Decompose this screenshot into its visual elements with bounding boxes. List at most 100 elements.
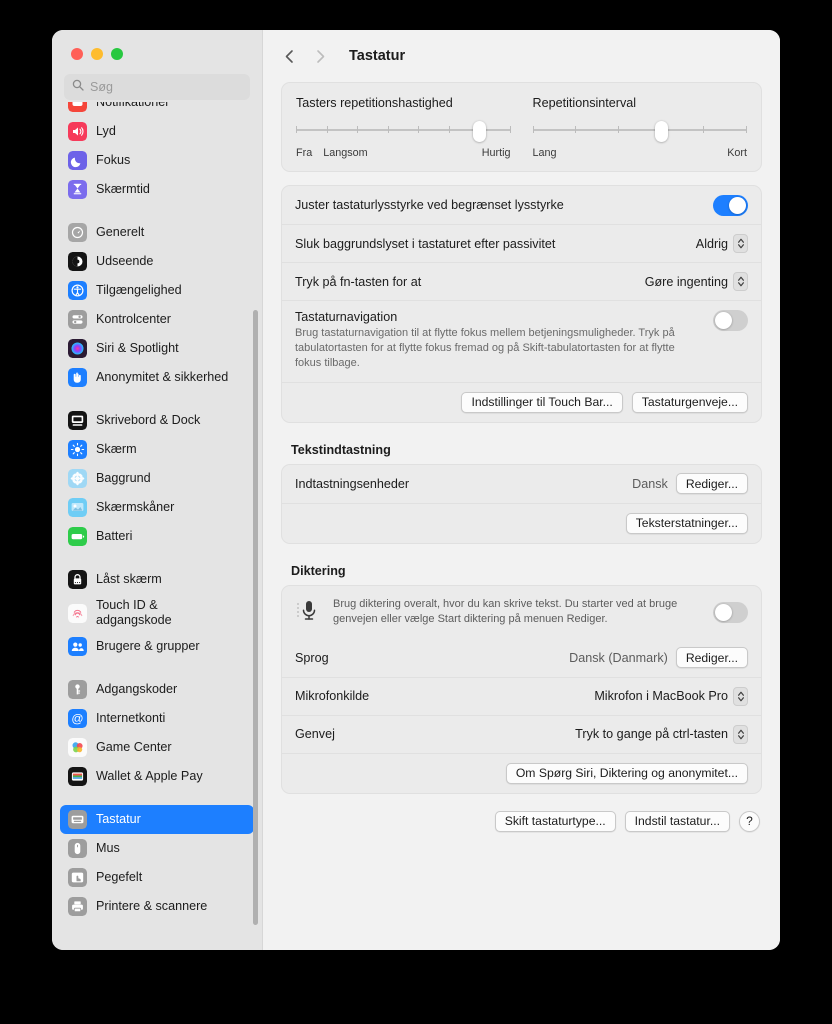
slider-tick <box>448 126 450 133</box>
slider-knob[interactable] <box>473 121 487 142</box>
chevron-right-icon[interactable] <box>312 48 329 65</box>
slider-tick <box>357 126 358 133</box>
slider-track-wrap[interactable] <box>532 121 747 142</box>
sidebar-item-label: Låst skærm <box>96 572 162 587</box>
sidebar-item-label: Touch ID & adgangskode <box>96 598 172 627</box>
keyboard-shortcuts-button[interactable]: Tastaturgenveje... <box>631 391 748 413</box>
keyboard-navigation-toggle[interactable] <box>713 310 748 331</box>
sidebar-item-anonymitet-sikkerhed[interactable]: Anonymitet & sikkerhed <box>60 363 254 392</box>
sidebar-item-skærmskåner[interactable]: Skærmskåner <box>60 493 254 522</box>
input-sources-label: Indtastningsenheder <box>295 476 410 491</box>
sidebar-item-siri-spotlight[interactable]: Siri & Spotlight <box>60 334 254 363</box>
sidebar-item-printere-scannere[interactable]: Printere & scannere <box>60 892 254 921</box>
keyboard-icon <box>68 810 87 829</box>
row-label: Juster tastaturlysstyrke ved begrænset l… <box>295 198 564 212</box>
dictation-edit-button[interactable]: Rediger... <box>675 647 748 669</box>
slider-tick <box>617 126 619 133</box>
search-icon <box>72 78 84 96</box>
siri-privacy-button[interactable]: Om Spørg Siri, Diktering og anonymitet..… <box>505 762 748 784</box>
set-up-keyboard-button[interactable]: Indstil tastatur... <box>624 810 730 832</box>
slider-end-labels: Fra Langsom Hurtig <box>296 147 511 159</box>
passwords-icon <box>68 680 87 699</box>
search-input[interactable] <box>90 80 242 94</box>
users-groups-icon <box>68 637 87 656</box>
slider-track-wrap[interactable] <box>296 121 511 142</box>
control-center-icon <box>68 310 87 329</box>
slider-left-label: Langsom <box>323 147 368 159</box>
slider-tick <box>387 126 389 133</box>
change-keyboard-type-button[interactable]: Skift tastaturtype... <box>494 810 616 832</box>
toggle-knob <box>715 603 732 621</box>
chevron-left-icon[interactable] <box>281 48 298 65</box>
stepper-icon[interactable] <box>733 724 748 744</box>
game-center-icon <box>68 738 87 757</box>
sidebar-item-generelt[interactable]: Generelt <box>60 218 254 247</box>
focus-icon <box>68 151 87 170</box>
slider-tick <box>703 126 705 133</box>
sidebar-item-fokus[interactable]: Fokus <box>60 146 254 175</box>
sidebar-item-tastatur[interactable]: Tastatur <box>60 805 254 834</box>
sidebar-item-label: Tilgængelighed <box>96 283 182 298</box>
sidebar-item-touch-id-adgangskode[interactable]: Touch ID & adgangskode <box>60 594 254 632</box>
sound-icon <box>68 122 87 141</box>
sidebar-item-notifikationer[interactable]: Notifikationer <box>60 102 254 117</box>
sidebar-item-label: Fokus <box>96 153 131 168</box>
popup-value: Aldrig <box>695 236 728 251</box>
sidebar-item-mus[interactable]: Mus <box>60 834 254 863</box>
stepper-icon[interactable] <box>733 686 748 706</box>
sidebar-item-label: Game Center <box>96 740 172 755</box>
sidebar-item-brugere-grupper[interactable]: Brugere & grupper <box>60 632 254 661</box>
stepper-icon[interactable] <box>733 272 748 291</box>
touch-bar-settings-button[interactable]: Indstillinger til Touch Bar... <box>461 391 623 413</box>
screensaver-icon <box>68 498 87 517</box>
mouse-icon <box>68 839 87 858</box>
help-button[interactable]: ? <box>739 810 760 832</box>
input-sources-row: Indtastningsenheder Dansk Rediger... <box>282 465 761 503</box>
text-replacements-button[interactable]: Teksterstatninger... <box>625 512 748 534</box>
sidebar-item-kontrolcenter[interactable]: Kontrolcenter <box>60 305 254 334</box>
sidebar-item-label: Tastatur <box>96 812 141 827</box>
popup-button[interactable]: Mikrofon i MacBook Pro <box>594 686 748 706</box>
slider-knob[interactable] <box>654 121 668 142</box>
sidebar-item-udseende[interactable]: Udseende <box>60 247 254 276</box>
sidebar-item-tilgængelighed[interactable]: Tilgængelighed <box>60 276 254 305</box>
sidebar-item-skrivebord-dock[interactable]: Skrivebord & Dock <box>60 406 254 435</box>
sidebar-item-lyd[interactable]: Lyd <box>60 117 254 146</box>
sidebar-item-game-center[interactable]: Game Center <box>60 733 254 762</box>
sidebar-item-wallet-apple-pay[interactable]: Wallet & Apple Pay <box>60 762 254 791</box>
dictation-rows: Sprog Dansk (Danmark) Rediger... Mikrofonki… <box>282 639 761 753</box>
popup-button[interactable]: Aldrig <box>696 234 748 253</box>
sidebar-item-label: Internetkonti <box>96 711 166 726</box>
sidebar-scroll-area: Notifikationer Lyd Fokus Skærmtid Genere… <box>52 102 262 950</box>
sidebar-item-adgangskoder[interactable]: Adgangskoder <box>60 675 254 704</box>
dictation-toggle[interactable] <box>713 601 748 623</box>
keyboard-navigation-row: Tastaturnavigation Brug tastaturnavigati… <box>282 300 761 382</box>
sidebar-scrollbar-thumb[interactable] <box>253 310 258 925</box>
keyboard-row-toggle[interactable] <box>713 194 748 216</box>
popup-button[interactable]: Tryk to gange på ctrl-tasten <box>575 724 748 744</box>
system-settings-window: Notifikationer Lyd Fokus Skærmtid Genere… <box>52 30 780 950</box>
sidebar-item-skærm[interactable]: Skærm <box>60 435 254 464</box>
popup-button[interactable]: Gøre ingenting <box>645 272 748 291</box>
repeat-sliders-card: Tasters repetitionshastighed Fra Langsom Hu… <box>281 82 762 172</box>
slider-0: Tasters repetitionshastighed Fra Langsom Hu… <box>296 96 511 159</box>
sidebar-item-internetkonti[interactable]: @ Internetkonti <box>60 704 254 733</box>
row-label: Tryk på fn-tasten for at <box>295 274 422 289</box>
sidebar-nav-list: Notifikationer Lyd Fokus Skærmtid Genere… <box>60 102 254 933</box>
input-sources-edit-button[interactable]: Rediger... <box>675 473 748 495</box>
slider-left-label: Lang <box>532 147 557 159</box>
minimize-button[interactable] <box>91 48 103 60</box>
sidebar-item-batteri[interactable]: Batteri <box>60 522 254 551</box>
zoom-button[interactable] <box>111 48 123 60</box>
sidebar-item-baggrund[interactable]: Baggrund <box>60 464 254 493</box>
sidebar-item-pegefelt[interactable]: Pegefelt <box>60 863 254 892</box>
printers-scanners-icon <box>68 897 87 916</box>
sidebar-item-låst-skærm[interactable]: Låst skærm <box>60 565 254 594</box>
close-button[interactable] <box>71 48 83 60</box>
stepper-icon[interactable] <box>733 234 748 253</box>
page-title: Tastatur <box>349 48 406 64</box>
sidebar-item-skærmtid[interactable]: Skærmtid <box>60 175 254 204</box>
slider-end-labels: Lang Kort <box>533 147 748 159</box>
search-box[interactable] <box>64 74 250 100</box>
row-label: Mikrofonkilde <box>295 689 370 704</box>
